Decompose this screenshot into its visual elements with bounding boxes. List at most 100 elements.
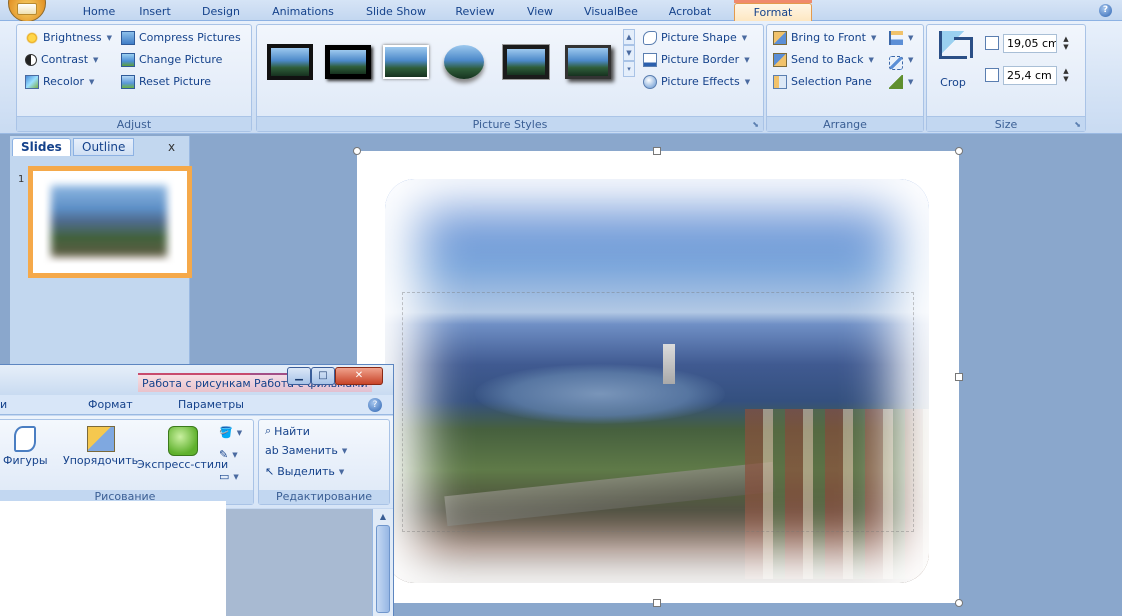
contrast-label: Contrast	[41, 53, 89, 66]
adjust-group: Brightness ▼ Contrast ▼ Recolor ▼ Compress …	[16, 24, 252, 132]
dialog-launcher-icon[interactable]: ⬊	[752, 120, 759, 129]
tab-animations[interactable]: Animations	[265, 3, 341, 21]
rotate-button[interactable]: ▼	[889, 72, 913, 92]
scroll-up-icon[interactable]: ▲	[373, 509, 393, 525]
brightness-label: Brightness	[43, 31, 102, 44]
line-color-button[interactable]: ✎ ▼	[219, 448, 238, 461]
width-spin-arrows-icon[interactable]: ▲ ▼	[1061, 67, 1071, 83]
send-to-back-button[interactable]: Send to Back ▼	[773, 50, 874, 70]
vertical-scrollbar[interactable]: ▲	[372, 509, 393, 616]
ribbon-tab-bar: Home Insert Design Animations Slide Show…	[0, 0, 1122, 22]
crop-button[interactable]: Crop	[935, 31, 973, 101]
tab-format[interactable]: Format	[734, 0, 812, 21]
bring-to-front-button[interactable]: Bring to Front ▼	[773, 28, 876, 48]
shape-effects-button[interactable]: ▭ ▼	[219, 470, 239, 483]
slide-number: 1	[18, 174, 25, 185]
arrange-label: Упорядочить	[63, 454, 139, 467]
width-input[interactable]	[1003, 65, 1057, 85]
picture-styles-group-label: Picture Styles	[257, 116, 763, 131]
tab-partial[interactable]: и	[0, 398, 7, 411]
brightness-icon	[25, 31, 39, 45]
tab-design[interactable]: Design	[196, 3, 246, 21]
dropdown-arrow-icon: ▼	[89, 78, 95, 86]
help-icon[interactable]: ?	[1099, 4, 1112, 17]
picture-style-thumb[interactable]	[265, 37, 315, 87]
word-titlebar: Работа с рисунками Работа с фильмами ▁ □…	[0, 365, 393, 395]
dropdown-arrow-icon: ▼	[741, 34, 748, 42]
gallery-scroll-up-icon[interactable]: ▲	[623, 29, 635, 45]
dropdown-arrow-icon: ▼	[870, 34, 877, 42]
tab-insert[interactable]: Insert	[131, 3, 179, 21]
selection-pane-icon	[773, 75, 787, 89]
recolor-label: Recolor	[43, 75, 85, 88]
reset-picture-button[interactable]: Reset Picture	[121, 72, 211, 92]
tab-slides[interactable]: Slides	[12, 138, 71, 156]
replace-button[interactable]: ab Заменить ▼	[265, 444, 347, 457]
recolor-icon	[25, 75, 39, 89]
change-picture-button[interactable]: Change Picture	[121, 50, 222, 70]
document-page[interactable]	[0, 501, 226, 616]
picture-style-thumb[interactable]	[563, 37, 613, 87]
maximize-icon[interactable]: □	[311, 367, 335, 385]
picture-style-preview	[325, 45, 371, 79]
picture-style-thumb[interactable]	[501, 37, 551, 87]
slide-thumbnail-image	[33, 171, 187, 273]
gallery-more-icon[interactable]: ▾	[623, 61, 635, 77]
resize-handle-t[interactable]	[653, 147, 661, 155]
resize-handle-br[interactable]	[955, 599, 963, 607]
resize-handle-b[interactable]	[653, 599, 661, 607]
selection-pane-button[interactable]: Selection Pane	[773, 72, 872, 92]
tab-home[interactable]: Home	[74, 3, 124, 21]
picture-effects-button[interactable]: Picture Effects ▼	[643, 72, 750, 92]
picture-shape-button[interactable]: Picture Shape ▼	[643, 28, 747, 48]
resize-handle-tl[interactable]	[353, 147, 361, 155]
align-button[interactable]: ▼	[889, 28, 913, 48]
close-pane-icon[interactable]: x	[168, 140, 175, 154]
adjust-group-label: Adjust	[17, 116, 251, 131]
height-spin-arrows-icon[interactable]: ▲ ▼	[1061, 35, 1071, 51]
brightness-button[interactable]: Brightness ▼	[25, 28, 112, 48]
resize-handle-r[interactable]	[955, 373, 963, 381]
picture-style-thumb[interactable]	[439, 37, 489, 87]
tab-review[interactable]: Review	[448, 3, 502, 21]
tab-outline[interactable]: Outline	[73, 138, 135, 156]
tab-acrobat[interactable]: Acrobat	[660, 3, 720, 21]
recolor-button[interactable]: Recolor ▼	[25, 72, 94, 92]
resize-handle-tr[interactable]	[955, 147, 963, 155]
arrange-button[interactable]: Упорядочить	[63, 426, 138, 467]
dropdown-arrow-icon: ▼	[236, 428, 243, 437]
group-button[interactable]: ▼	[889, 50, 913, 70]
fill-bucket-icon: 🪣	[219, 426, 233, 439]
office-button[interactable]	[8, 0, 46, 22]
tab-visualbee[interactable]: VisualBee	[578, 3, 644, 21]
height-input[interactable]	[1003, 33, 1057, 53]
crop-icon	[939, 31, 973, 59]
tab-format-ru[interactable]: Формат	[88, 398, 133, 411]
picture-border-button[interactable]: Picture Border ▼	[643, 50, 750, 70]
minimize-icon[interactable]: ▁	[287, 367, 311, 385]
close-icon[interactable]: ✕	[335, 367, 383, 385]
fill-color-button[interactable]: 🪣 ▼	[219, 426, 242, 439]
scroll-thumb[interactable]	[376, 525, 390, 613]
tab-slide-show[interactable]: Slide Show	[358, 3, 434, 21]
select-button[interactable]: ↖ Выделить ▼	[265, 465, 344, 478]
tab-params[interactable]: Параметры	[178, 398, 244, 411]
help-icon[interactable]: ?	[368, 398, 382, 412]
context-tab-pictures[interactable]: Работа с рисунками	[138, 373, 262, 392]
express-styles-button[interactable]: Экспресс-стили	[137, 426, 228, 471]
slide-thumbnail[interactable]	[28, 166, 192, 278]
find-label: Найти	[274, 424, 310, 438]
shapes-button[interactable]: Фигуры	[3, 426, 48, 467]
picture-style-thumb[interactable]	[323, 37, 373, 87]
find-button[interactable]: ⌕ Найти	[265, 424, 310, 438]
picture-style-thumb[interactable]	[381, 37, 431, 87]
contrast-button[interactable]: Contrast ▼	[25, 50, 98, 70]
effects-icon: ▭	[219, 470, 230, 483]
pen-icon: ✎	[219, 448, 229, 461]
gallery-scroll-down-icon[interactable]: ▼	[623, 45, 635, 61]
tab-view[interactable]: View	[520, 3, 560, 21]
picture-border-icon	[643, 53, 657, 67]
compress-pictures-button[interactable]: Compress Pictures	[121, 28, 241, 48]
change-picture-label: Change Picture	[139, 53, 223, 66]
dialog-launcher-icon[interactable]: ⬊	[1074, 120, 1081, 129]
